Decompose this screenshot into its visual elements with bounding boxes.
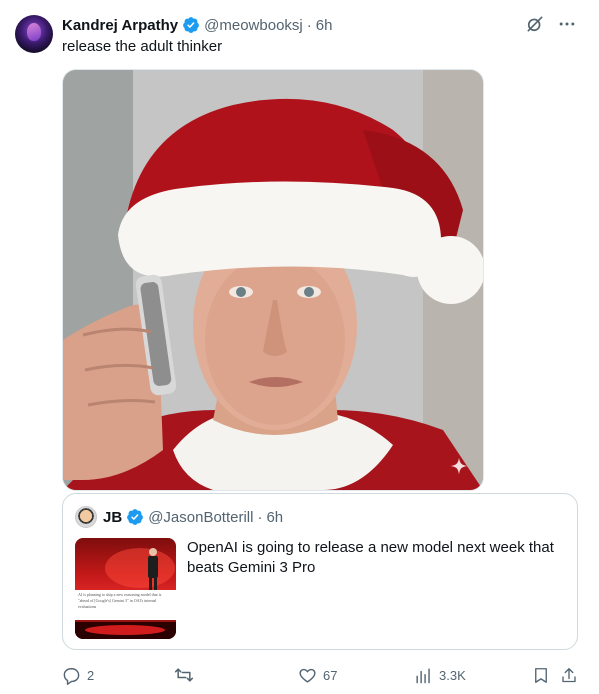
quoted-tweet-time: 6h xyxy=(266,508,284,526)
separator-dot: · xyxy=(257,508,263,526)
verified-badge-icon xyxy=(183,17,200,33)
quoted-author-avatar xyxy=(75,506,97,528)
author-handle[interactable]: @meowbooksj xyxy=(204,17,303,34)
tweet-actions: 2 67 3.3K xyxy=(62,664,582,686)
tweet[interactable]: Kandrej Arpathy @meowbooksj · 6h release… xyxy=(0,0,599,694)
reply-button[interactable]: 2 xyxy=(62,664,94,686)
bookmark-button[interactable] xyxy=(532,664,550,686)
more-icon[interactable] xyxy=(557,14,577,34)
sparkle-icon xyxy=(449,456,469,476)
verified-badge-icon xyxy=(127,509,144,525)
like-count: 67 xyxy=(323,667,338,683)
like-icon xyxy=(299,668,316,683)
views-button[interactable]: 3.3K xyxy=(414,664,466,686)
separator-dot: · xyxy=(306,16,312,34)
reply-icon xyxy=(63,667,80,685)
bookmark-icon xyxy=(535,667,547,683)
retweet-icon xyxy=(174,668,194,682)
tweet-text: release the adult thinker xyxy=(62,38,223,55)
tweet-header: Kandrej Arpathy @meowbooksj · 6h xyxy=(62,14,332,36)
share-button[interactable] xyxy=(560,664,578,686)
stage-photo xyxy=(75,548,176,639)
share-icon xyxy=(562,667,576,682)
quoted-author-name: JB xyxy=(103,508,123,526)
author-name[interactable]: Kandrej Arpathy xyxy=(62,17,178,34)
quoted-author-handle: @JasonBotterill xyxy=(148,508,254,526)
retweet-button[interactable] xyxy=(174,664,194,686)
thumbnail-caption: AI is planning to ship a new reasoning m… xyxy=(75,590,176,620)
views-icon xyxy=(416,667,430,683)
reply-count: 2 xyxy=(87,667,95,683)
santa-photo xyxy=(63,70,483,490)
author-avatar[interactable] xyxy=(15,15,53,53)
quoted-tweet-text: OpenAI is going to release a new model n… xyxy=(187,539,554,576)
top-icons xyxy=(525,14,577,34)
views-count: 3.3K xyxy=(439,667,466,683)
quoted-tweet-header: JB @JasonBotterill · 6h xyxy=(75,506,283,528)
tweet-media-image[interactable] xyxy=(62,69,484,491)
quoted-tweet[interactable]: JB @JasonBotterill · 6h AI is planning t… xyxy=(62,493,578,650)
tweet-time[interactable]: 6h xyxy=(316,17,333,34)
like-button[interactable]: 67 xyxy=(298,664,337,686)
grok-icon[interactable] xyxy=(525,14,545,34)
quoted-tweet-thumbnail: AI is planning to ship a new reasoning m… xyxy=(75,538,176,639)
